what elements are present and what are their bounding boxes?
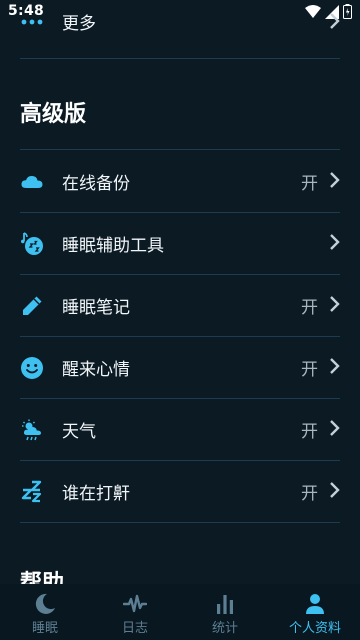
row-label: 谁在打鼾: [62, 484, 130, 504]
cloud-icon: [21, 175, 43, 188]
battery-icon: [343, 4, 352, 19]
nav-label: 统计: [211, 621, 238, 636]
more-dots-icon: [21, 19, 43, 25]
weather-icon: [22, 419, 41, 441]
chevron-right-icon: [330, 13, 340, 29]
sleep-notes-row[interactable]: 睡眠笔记 开: [20, 274, 340, 337]
chevron-right-icon: [330, 482, 340, 498]
row-label: 在线备份: [62, 174, 130, 194]
row-label: 天气: [62, 422, 96, 442]
premium-section-title: 高级版: [20, 102, 87, 127]
nav-tab-journal[interactable]: 日志: [90, 584, 180, 640]
row-value: 开: [301, 422, 318, 442]
wake-mood-row[interactable]: 醒来心情 开: [20, 336, 340, 399]
bottom-navigation: 睡眠 日志 统计 个人资料: [0, 584, 360, 640]
row-label: 睡眠笔记: [62, 298, 130, 318]
nav-tab-stats[interactable]: 统计: [180, 584, 270, 640]
more-label: 更多: [62, 14, 96, 34]
nav-label: 睡眠: [31, 621, 58, 636]
chevron-right-icon: [330, 420, 340, 436]
weather-row[interactable]: 天气 开: [20, 398, 340, 461]
snore-zzz-icon: [21, 480, 42, 503]
online-backup-row[interactable]: 在线备份 开: [20, 150, 340, 213]
pulse-icon: [123, 594, 147, 613]
row-label: 睡眠辅助工具: [62, 236, 164, 256]
nav-tab-profile[interactable]: 个人资料: [270, 584, 360, 640]
chevron-right-icon: [330, 296, 340, 312]
bar-chart-icon: [217, 595, 233, 614]
music-sleep-icon: [21, 232, 43, 255]
nav-label: 个人资料: [288, 621, 341, 636]
row-value: 开: [301, 484, 318, 504]
pencil-icon: [23, 296, 42, 315]
nav-label: 日志: [121, 621, 148, 636]
row-value: 开: [301, 298, 318, 318]
chevron-right-icon: [330, 172, 340, 188]
nav-tab-sleep[interactable]: 睡眠: [0, 584, 90, 640]
row-value: 开: [301, 174, 318, 194]
moon-icon: [35, 593, 55, 614]
snoring-row[interactable]: 谁在打鼾 开: [20, 460, 340, 523]
chevron-right-icon: [330, 234, 340, 250]
row-label: 醒来心情: [62, 360, 130, 380]
smiley-icon: [21, 357, 43, 379]
more-row[interactable]: 更多: [20, 0, 340, 59]
person-icon: [306, 594, 324, 614]
sleep-aid-row[interactable]: 睡眠辅助工具: [20, 212, 340, 275]
row-value: 开: [301, 360, 318, 380]
chevron-right-icon: [330, 358, 340, 374]
